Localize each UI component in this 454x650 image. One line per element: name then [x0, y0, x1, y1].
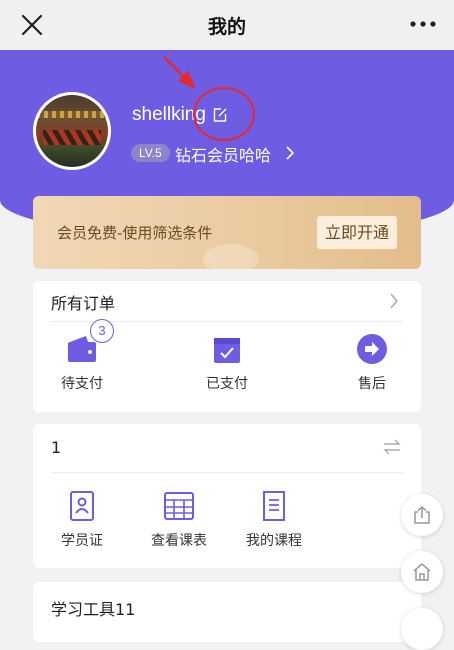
tool-student-id[interactable]: 学员证	[42, 490, 122, 550]
swap-icon[interactable]	[383, 439, 401, 455]
chevron-right-icon[interactable]	[285, 146, 295, 160]
section-title: 1	[51, 438, 62, 457]
section-title: 学习工具11	[51, 600, 136, 619]
section-header[interactable]: 1	[51, 424, 403, 473]
vip-banner-text: 会员免费-使用筛选条件	[57, 224, 213, 242]
activate-vip-button[interactable]: 立即开通	[317, 216, 397, 249]
level-badge: LV.5	[131, 144, 170, 162]
share-icon	[414, 506, 430, 524]
banner-decoration	[203, 244, 259, 269]
calendar-check-icon	[214, 338, 240, 363]
order-item-paid[interactable]: 已支付	[187, 333, 267, 393]
home-icon	[413, 563, 431, 581]
order-item-pending[interactable]: 3 待支付	[42, 319, 122, 393]
orders-title: 所有订单	[51, 294, 116, 313]
top-bar: 我的	[0, 0, 454, 50]
tool-label: 学员证	[61, 533, 103, 549]
order-item-after-sale[interactable]: 售后	[332, 333, 412, 393]
avatar-image	[36, 95, 108, 167]
home-button[interactable]	[401, 551, 443, 593]
timetable-icon	[164, 492, 194, 520]
tool-timetable[interactable]: 查看课表	[139, 490, 219, 550]
tool-label: 我的课程	[246, 533, 302, 549]
close-icon[interactable]	[20, 13, 44, 37]
page-title: 我的	[207, 15, 246, 38]
student-tools-card: 1 学员证 查看课表 我的课程	[33, 424, 421, 568]
more-options-icon[interactable]	[410, 20, 436, 28]
avatar[interactable]	[33, 92, 111, 170]
orders-header[interactable]: 所有订单	[51, 281, 403, 322]
orders-card: 所有订单 3 待支付 已支付 售后	[33, 281, 421, 412]
share-button[interactable]	[401, 494, 443, 536]
order-item-label: 已支付	[206, 376, 248, 392]
after-sale-arrow-icon	[357, 334, 387, 364]
learning-tools-card: 学习工具11	[33, 582, 421, 642]
tool-my-courses[interactable]: 我的课程	[234, 490, 314, 550]
pending-count-badge: 3	[90, 319, 114, 343]
order-item-label: 售后	[358, 376, 386, 392]
order-item-label: 待支付	[61, 376, 103, 392]
student-id-icon	[70, 491, 94, 521]
floating-button-partial[interactable]	[401, 608, 443, 650]
order-status-row: 3 待支付 已支付 售后	[33, 319, 421, 403]
annotation-circle	[193, 87, 255, 141]
chevron-right-icon[interactable]	[389, 293, 399, 309]
membership-link[interactable]: 钻石会员哈哈	[175, 142, 271, 166]
annotation-arrow-icon	[163, 56, 196, 89]
student-tools-row: 学员证 查看课表 我的课程	[33, 490, 421, 560]
course-book-icon	[263, 491, 285, 521]
tool-label: 查看课表	[151, 533, 207, 549]
vip-banner[interactable]: 会员免费-使用筛选条件 立即开通	[33, 196, 421, 269]
